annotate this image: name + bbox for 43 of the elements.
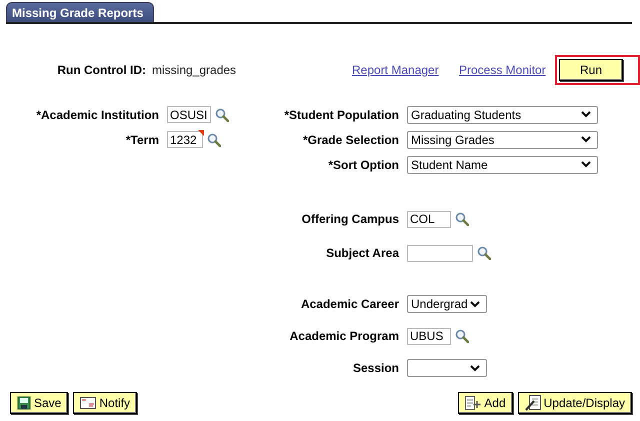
chevron-down-icon [581,161,591,168]
field-label: *Grade Selection [302,132,400,146]
field-label: Offering Campus [300,212,400,226]
page-plus-icon [465,396,482,410]
search-icon[interactable] [455,212,469,226]
pencil-page-icon [524,395,541,411]
link[interactable]: Process Monitor [459,63,546,77]
search-icon[interactable] [207,132,221,146]
dropdown[interactable] [407,359,487,377]
chevron-down-icon [470,300,480,308]
field-label: *Term [124,132,160,146]
envelope-icon [80,397,96,409]
chevron-down-icon [581,111,591,118]
field-label: *Student Population [283,108,400,122]
input-field[interactable]: UBUS [407,328,451,344]
chevron-down-icon [581,136,591,143]
field-label: *Academic Institution [35,108,160,122]
input-field[interactable]: 1232 [167,131,203,148]
search-icon[interactable] [455,329,469,343]
field-label: Academic Program [288,329,400,343]
notify-button[interactable]: Notify [73,392,138,414]
update-button[interactable]: Update/Display [518,392,632,414]
input-field[interactable] [407,244,473,262]
run-control-value: missing_grades [152,63,238,77]
search-icon[interactable] [215,108,229,122]
input-field[interactable]: OSUSI [167,106,211,123]
search-icon[interactable] [477,246,491,260]
add-button[interactable]: Add [458,392,513,414]
dropdown[interactable]: Missing Grades [407,130,598,148]
dropdown[interactable]: Graduating Students [407,106,598,124]
chevron-down-icon [470,364,480,372]
dropdown[interactable]: Student Name [407,156,598,174]
input-field[interactable]: COL [407,210,451,228]
field-label: Academic Career [300,297,400,311]
field-label: Run Control ID: [56,63,147,77]
page-tab[interactable]: Missing Grade Reports [6,2,154,22]
dropdown[interactable]: Undergrad [407,295,487,313]
save-button[interactable]: Save [10,392,68,414]
field-label: Session [352,361,400,375]
field-label: Subject Area [325,246,400,260]
run-button[interactable]: Run [559,59,623,81]
link[interactable]: Report Manager [352,63,439,77]
field-label: *Sort Option [327,158,400,172]
